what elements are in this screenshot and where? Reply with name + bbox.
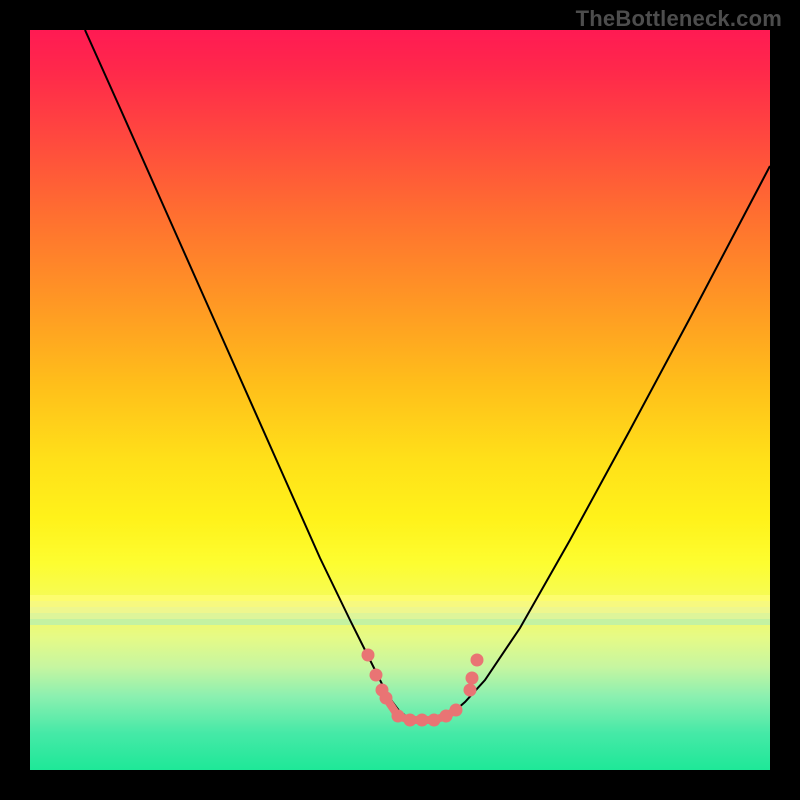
data-marker xyxy=(404,714,417,727)
data-marker xyxy=(380,692,393,705)
data-marker xyxy=(464,684,477,697)
data-marker xyxy=(428,714,441,727)
watermark-text: TheBottleneck.com xyxy=(576,6,782,32)
data-marker xyxy=(370,669,383,682)
chart-container: TheBottleneck.com xyxy=(0,0,800,800)
data-marker xyxy=(362,649,375,662)
data-marker xyxy=(466,672,479,685)
curve-svg xyxy=(30,30,770,770)
marker-group xyxy=(362,649,484,727)
data-marker xyxy=(416,714,429,727)
data-marker xyxy=(471,654,484,667)
bottleneck-curve xyxy=(85,30,770,721)
data-marker xyxy=(392,710,405,723)
data-marker xyxy=(450,704,463,717)
